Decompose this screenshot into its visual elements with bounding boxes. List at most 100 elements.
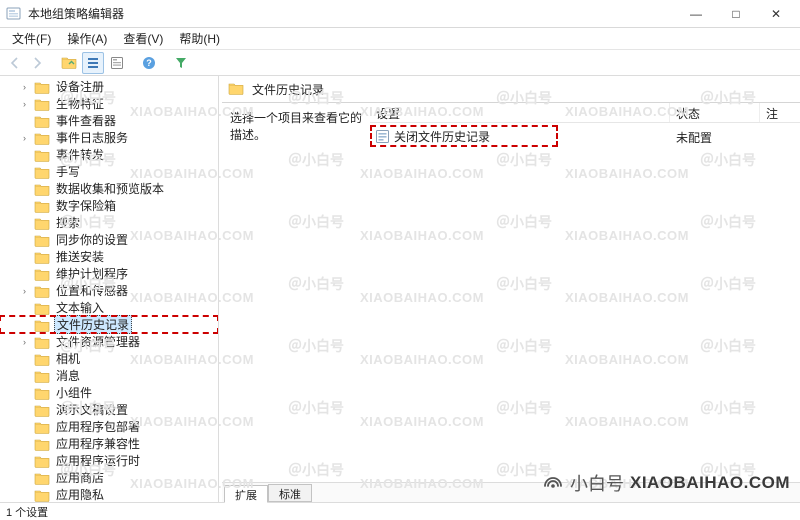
col-comment[interactable]: 注: [760, 103, 800, 122]
folder-icon: [34, 454, 50, 468]
folder-icon: [34, 267, 50, 281]
tree-item-label: 事件查看器: [54, 112, 118, 129]
folder-icon: [34, 182, 50, 196]
expander-icon[interactable]: ›: [19, 132, 30, 143]
tree-item[interactable]: 手写: [0, 163, 218, 180]
toolbar-properties-button[interactable]: [106, 52, 128, 74]
folder-icon: [34, 165, 50, 179]
expander-icon[interactable]: [19, 166, 30, 177]
tree-item[interactable]: 维护计划程序: [0, 265, 218, 282]
tree-item[interactable]: 小组件: [0, 384, 218, 401]
expander-icon[interactable]: [19, 370, 30, 381]
tree-item[interactable]: 事件转发: [0, 146, 218, 163]
expander-icon[interactable]: [19, 472, 30, 483]
expander-icon[interactable]: [19, 438, 30, 449]
expander-icon[interactable]: [19, 268, 30, 279]
tree-item[interactable]: › 文件资源管理器: [0, 333, 218, 350]
folder-icon: [34, 318, 50, 332]
tree-item[interactable]: 搜索: [0, 214, 218, 231]
tree-item[interactable]: 同步你的设置: [0, 231, 218, 248]
expander-icon[interactable]: [19, 149, 30, 160]
folder-icon: [34, 420, 50, 434]
tree-item-label: 事件日志服务: [54, 129, 130, 146]
expander-icon[interactable]: [19, 217, 30, 228]
tree-item[interactable]: 消息: [0, 367, 218, 384]
tree-item[interactable]: 演示文稿设置: [0, 401, 218, 418]
tree-item[interactable]: 应用程序兼容性: [0, 435, 218, 452]
tab-extended[interactable]: 扩展: [224, 485, 268, 503]
tree-item[interactable]: 应用程序包部署: [0, 418, 218, 435]
folder-icon: [34, 233, 50, 247]
expander-icon[interactable]: [19, 251, 30, 262]
title-bar: 本地组策略编辑器 — □ ✕: [0, 0, 800, 28]
tree-item[interactable]: ›生物特征: [0, 95, 218, 112]
tree-item-label: 事件转发: [54, 146, 106, 163]
setting-state: 未配置: [676, 129, 712, 146]
tree-pane[interactable]: › 设备注册›生物特征事件查看器 › 事件日志服务事件转发手写数据收集和预览版本数字保…: [0, 76, 219, 502]
expander-icon[interactable]: [19, 234, 30, 245]
tree-item-label: 小组件: [54, 384, 94, 401]
toolbar-filter-button[interactable]: [170, 52, 192, 74]
expander-icon[interactable]: [19, 387, 30, 398]
expander-icon[interactable]: [19, 115, 30, 126]
column-headers: 设置 状态 注: [370, 103, 800, 123]
svg-text:?: ?: [146, 58, 152, 68]
expander-icon[interactable]: ›: [19, 81, 30, 92]
expander-icon[interactable]: [19, 489, 30, 500]
expander-icon[interactable]: ›: [19, 98, 30, 109]
tree-item-label: 文件资源管理器: [54, 333, 142, 350]
back-button[interactable]: [4, 52, 26, 74]
setting-item[interactable]: 关闭文件历史记录: [374, 127, 490, 145]
expander-icon[interactable]: [19, 319, 30, 330]
expander-icon[interactable]: [19, 404, 30, 415]
menu-action[interactable]: 操作(A): [59, 28, 115, 49]
col-setting[interactable]: 设置: [370, 103, 670, 122]
toolbar-options-button[interactable]: [82, 52, 104, 74]
folder-icon: [34, 148, 50, 162]
tree-item[interactable]: 应用商店: [0, 469, 218, 486]
expander-icon[interactable]: [19, 183, 30, 194]
toolbar-help-button[interactable]: ?: [138, 52, 160, 74]
tree-item-label: 数据收集和预览版本: [54, 180, 166, 197]
up-button[interactable]: [58, 52, 80, 74]
tree-item[interactable]: 数据收集和预览版本: [0, 180, 218, 197]
tree-item-label: 位置和传感器: [54, 282, 130, 299]
col-state[interactable]: 状态: [670, 103, 760, 122]
menu-help[interactable]: 帮助(H): [171, 28, 228, 49]
tree-item[interactable]: 推送安装: [0, 248, 218, 265]
folder-up-icon: [61, 55, 77, 71]
expander-icon[interactable]: [19, 455, 30, 466]
minimize-button[interactable]: —: [676, 0, 716, 28]
tree-item[interactable]: 相机: [0, 350, 218, 367]
tree-item[interactable]: 文件历史记录: [0, 316, 218, 333]
tree-item-label: 设备注册: [54, 78, 106, 95]
description-panel: 选择一个项目来查看它的描述。: [222, 103, 370, 482]
maximize-button[interactable]: □: [716, 0, 756, 28]
menu-view[interactable]: 查看(V): [115, 28, 171, 49]
tree-item[interactable]: 数字保险箱: [0, 197, 218, 214]
tree-item[interactable]: › 设备注册: [0, 78, 218, 95]
tree-item[interactable]: › 位置和传感器: [0, 282, 218, 299]
tree-item[interactable]: 应用隐私: [0, 486, 218, 502]
tree-item[interactable]: 事件查看器: [0, 112, 218, 129]
expander-icon[interactable]: [19, 421, 30, 432]
expander-icon[interactable]: [19, 302, 30, 313]
tree-item-label: 文本输入: [54, 299, 106, 316]
settings-list: 设置 状态 注 关闭文件历史记录 未配置: [370, 103, 800, 482]
tree-item[interactable]: 文本输入: [0, 299, 218, 316]
folder-icon: [34, 97, 50, 111]
expander-icon[interactable]: ›: [19, 285, 30, 296]
menu-bar: 文件(F) 操作(A) 查看(V) 帮助(H): [0, 28, 800, 50]
tree-item[interactable]: 应用程序运行时: [0, 452, 218, 469]
forward-button[interactable]: [26, 52, 48, 74]
menu-file[interactable]: 文件(F): [4, 28, 59, 49]
expander-icon[interactable]: [19, 353, 30, 364]
arrow-left-icon: [8, 56, 22, 70]
expander-icon[interactable]: ›: [19, 336, 30, 347]
close-button[interactable]: ✕: [756, 0, 796, 28]
tree-item-label: 消息: [54, 367, 82, 384]
tab-standard[interactable]: 标准: [268, 484, 312, 502]
tree-item[interactable]: › 事件日志服务: [0, 129, 218, 146]
expander-icon[interactable]: [19, 200, 30, 211]
tree-item-label: 搜索: [54, 214, 82, 231]
